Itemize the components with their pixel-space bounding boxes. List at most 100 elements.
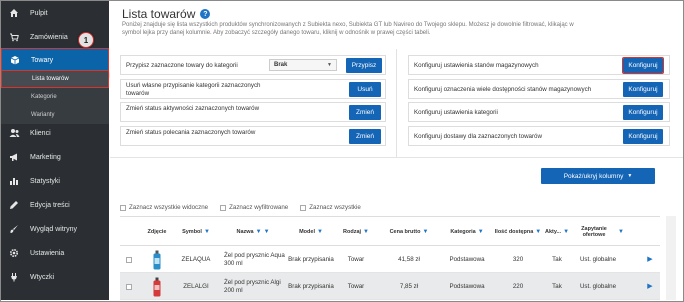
remove-button[interactable]: Usuń [349,82,381,97]
step-badge-1: 1 [78,32,94,48]
configure-category-button[interactable]: Konfiguruj [623,105,663,120]
col-header-qty[interactable]: Ilość dostępna ▼ [494,217,542,247]
delivery-settings-label: Konfiguruj dostawy dla zaznaczonych towa… [414,133,542,140]
col-header-label: Model [299,229,315,235]
filter-icon[interactable]: ▼ [363,229,369,235]
col-header-label: Zapytanie ofertowe [581,226,607,238]
selection-options: Zaznacz wszystkie widoczne Zaznacz wyfil… [120,204,361,211]
col-header-label: Kategoria [450,229,476,235]
section-divider-horizontal [110,157,683,158]
col-header-model[interactable]: Model ▼ [288,217,334,247]
filter-icon[interactable]: ▼ [317,229,323,235]
change-activity-button[interactable]: Zmień [349,105,381,120]
row-checkbox-cell[interactable] [122,273,136,300]
checkbox[interactable] [126,256,132,263]
col-header-kind[interactable]: Rodzaj ▼ [336,217,376,247]
sort-desc-icon[interactable]: ▼ [256,229,262,235]
active-cell: Tak [552,282,562,290]
row-details-arrow-icon[interactable]: ▶ [644,273,656,300]
sidebar-item-wyglad-witryny[interactable]: Wygląd witryny [1,217,109,241]
inquiry-cell: Ust. globalne [579,282,617,290]
filter-icon[interactable]: ▼ [264,229,270,235]
sidebar-item-marketing[interactable]: Marketing [1,145,109,169]
sidebar-item-edycja-tresci[interactable]: Edycja treści [1,193,109,217]
sidebar-item-pulpit[interactable]: Pulpit [1,1,109,25]
col-header-label: Symbol [182,229,202,235]
sidebar-item-statystyki[interactable]: Statystyki [1,169,109,193]
configure-delivery-button[interactable]: Konfiguruj [623,129,663,144]
sidebar-subitem-lista-towarow[interactable]: Lista towarów [1,70,109,88]
col-header-label: Cena brutto [389,229,421,235]
col-header-photo: Zdjęcie [142,217,172,247]
select-all-option[interactable]: Zaznacz wszystkie [300,204,361,211]
sidebar-item-label: Klienci [30,129,51,137]
help-icon[interactable]: ? [200,9,211,19]
col-header-category[interactable]: Kategoria ▼ [442,217,492,247]
model-cell: Brak przypisania [288,282,334,290]
sidebar-item-towary[interactable]: Towary [1,48,109,72]
plug-icon [8,271,20,283]
filter-icon[interactable]: ▼ [478,229,484,235]
section-divider [396,49,397,157]
category-select-value: Brak [274,62,288,68]
users-icon [8,127,20,139]
filter-icon[interactable]: ▼ [563,229,569,235]
col-header-price[interactable]: Cena brutto ▼ [378,217,440,247]
filter-icon[interactable]: ▼ [535,229,541,235]
brush-icon [8,223,20,235]
filter-icon[interactable]: ▼ [618,229,624,235]
row-details-arrow-icon[interactable]: ▶ [644,246,656,273]
home-icon [8,7,20,19]
product-thumbnail [151,277,163,297]
col-header-label: Zdjęcie [147,229,167,235]
sidebar-item-ustawienia[interactable]: Ustawienia [1,241,109,265]
stock-availability-label: Konfiguruj oznaczenia wiele dostępności … [414,86,592,93]
assign-button[interactable]: Przypisz [346,58,382,73]
filter-icon[interactable]: ▼ [204,229,210,235]
sidebar-subitem-label: Kategorie [31,94,57,100]
delivery-settings-row: Konfiguruj dostawy dla zaznaczonych towa… [408,126,670,146]
col-header-symbol[interactable]: Symbol ▼ [174,217,218,247]
filter-icon[interactable]: ▼ [422,229,428,235]
scrollbar[interactable] [666,216,676,300]
toggle-columns-button[interactable]: Pokaż/ukryj kolumny ▼ [541,168,655,184]
sidebar-item-label: Towary [31,56,54,64]
recommend-status-label: Zmień status polecania zaznaczonych towa… [126,129,256,136]
table-row[interactable]: ZELAQUA Żel pod prysznic Aqua 300 ml Bra… [120,246,660,273]
activity-status-label: Zmień status aktywności zaznaczonych tow… [126,105,260,112]
col-header-name[interactable]: Nazwa ▼ ▼ [220,217,286,247]
photo-cell [142,273,172,300]
col-header-active[interactable]: Akty... ▼ [544,217,570,247]
col-header-label: Akty... [544,229,562,235]
box-icon [9,54,21,66]
sidebar-subitem-label: Lista towarów [32,76,69,82]
category-select[interactable]: Brak ▼ [269,59,337,71]
sidebar: Pulpit Zamówienia Towary Lista towarów K… [1,1,109,300]
qty-cell: 320 [512,255,524,263]
table-row[interactable]: ZELALGI Żel pod prysznic Algi 200 ml Bra… [120,273,660,300]
row-checkbox-cell[interactable] [122,246,136,273]
configure-availability-button[interactable]: Konfiguruj [623,82,663,97]
recommend-status-row: Zmień status polecania zaznaczonych towa… [120,126,386,146]
select-visible-option[interactable]: Zaznacz wszystkie widoczne [120,204,208,211]
sidebar-item-wtyczki[interactable]: Wtyczki [1,265,109,289]
sidebar-item-klienci[interactable]: Klienci [1,121,109,145]
checkbox[interactable] [220,204,227,211]
inquiry-cell: Ust. globalne [579,255,617,263]
sidebar-subitem-kategorie[interactable]: Kategorie [1,88,109,106]
select-filtered-label: Zaznacz wyfiltrowane [229,204,289,211]
checkbox[interactable] [300,204,307,211]
price-cell: 7,85 zł [399,282,419,290]
active-cell: Tak [552,255,562,263]
kind-cell: Towar [347,255,365,263]
col-header-inquiry[interactable]: Zapytanie ofertowe ▼ [572,217,624,247]
change-recommend-button[interactable]: Zmień [349,129,381,144]
sidebar-item-label: Wtyczki [30,273,55,281]
checkbox[interactable] [120,204,126,211]
checkbox[interactable] [126,283,132,290]
configure-stock-button[interactable]: Konfiguruj [622,57,664,74]
select-filtered-option[interactable]: Zaznacz wyfiltrowane [220,204,288,211]
name-cell: Żel pod prysznic Algi 200 ml [224,278,281,294]
chart-icon [8,175,20,187]
category-settings-row: Konfiguruj ustawienia kategorii Konfigur… [408,102,670,122]
